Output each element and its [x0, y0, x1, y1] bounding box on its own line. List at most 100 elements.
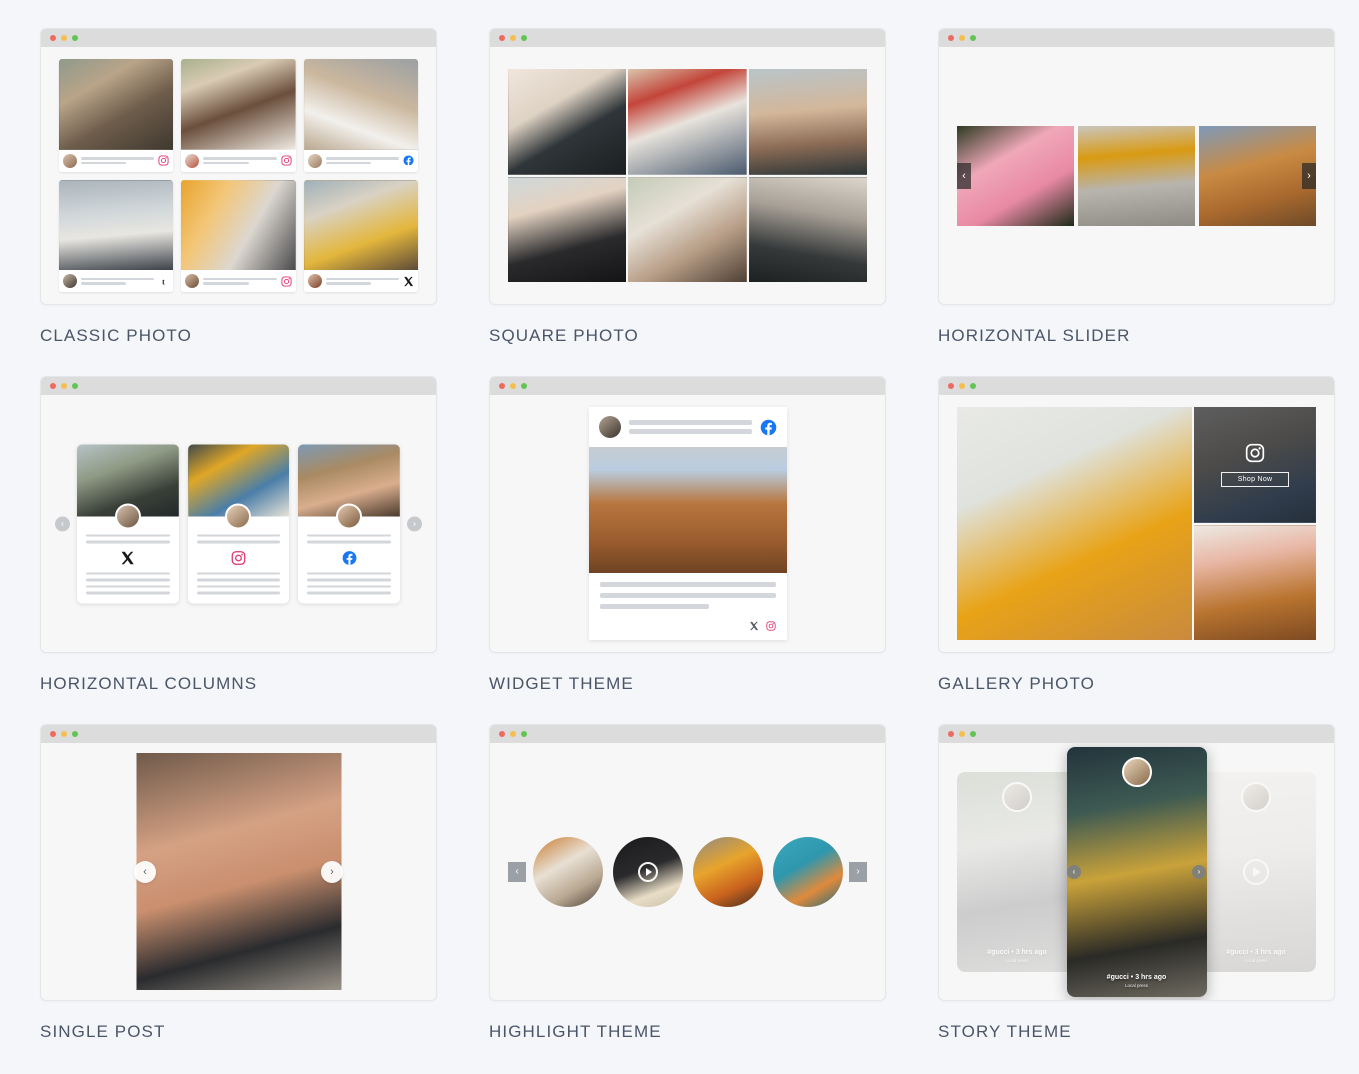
single-post-prev-button[interactable]: ‹: [134, 860, 156, 883]
browser-mockup: #gucci • 3 hrs ago Local press #gucci • …: [938, 724, 1335, 1001]
gallery-main-photo[interactable]: [957, 407, 1193, 640]
highlight-item[interactable]: [612, 836, 683, 907]
traffic-light-yellow-dot: [61, 383, 67, 389]
traffic-light-yellow-dot: [61, 35, 67, 41]
post-card[interactable]: [303, 179, 418, 292]
browser-mockup: ‹ ›: [40, 376, 437, 653]
columns-next-button[interactable]: ›: [407, 516, 422, 531]
gallery-mosaic: Shop Now: [957, 407, 1316, 640]
gallery-shop-tile[interactable]: Shop Now: [1194, 407, 1316, 523]
post-card[interactable]: [59, 59, 174, 172]
story-caption: #gucci • 3 hrs ago Local press: [1196, 949, 1316, 963]
theme-card-story-theme[interactable]: #gucci • 3 hrs ago Local press #gucci • …: [938, 724, 1335, 1072]
instagram-icon[interactable]: [231, 550, 246, 565]
slide-photo[interactable]: [1199, 125, 1316, 226]
twitter-x-icon[interactable]: [120, 550, 135, 565]
column-card[interactable]: [77, 444, 179, 603]
highlight-item[interactable]: [532, 836, 603, 907]
facebook-icon[interactable]: [760, 419, 777, 436]
theme-card-horizontal-slider[interactable]: ‹ › HORIZONTAL SLIDER: [938, 28, 1335, 376]
theme-card-horizontal-columns[interactable]: ‹ › HORIZONTAL COLUMNS: [40, 376, 437, 724]
post-meta: [59, 149, 174, 172]
photo-tile[interactable]: [628, 69, 747, 175]
photo-tile[interactable]: [628, 176, 747, 282]
shop-now-button[interactable]: Shop Now: [1220, 471, 1290, 487]
slide-photo[interactable]: [1078, 125, 1195, 226]
highlight-item[interactable]: [772, 836, 843, 907]
photo-tile[interactable]: [748, 176, 867, 282]
theme-card-single-post[interactable]: ‹ › SINGLE POST: [40, 724, 437, 1072]
gallery-overlay: Shop Now: [1194, 407, 1316, 523]
instagram-icon[interactable]: [1245, 443, 1265, 463]
story-caption: #gucci • 3 hrs ago Local press: [957, 949, 1077, 963]
instagram-icon[interactable]: [158, 155, 169, 166]
story-prev-button[interactable]: ‹: [1067, 864, 1081, 879]
photo-tile[interactable]: [508, 69, 627, 175]
theme-label: CLASSIC PHOTO: [40, 326, 192, 345]
theme-label: WIDGET THEME: [489, 674, 634, 693]
story-next-button[interactable]: ›: [1192, 864, 1206, 879]
slide-photo[interactable]: [957, 125, 1074, 226]
post-meta: t: [59, 270, 174, 292]
theme-card-classic-photo[interactable]: t CLASSIC PHOTO: [40, 28, 437, 376]
traffic-light-yellow-dot: [959, 35, 965, 41]
single-post-photo[interactable]: [136, 753, 341, 990]
tumblr-icon[interactable]: t: [158, 276, 169, 287]
highlight-next-button[interactable]: ›: [849, 861, 867, 882]
gallery-bottom-photo[interactable]: [1194, 524, 1316, 640]
widget-card[interactable]: [588, 407, 787, 640]
highlight-prev-button[interactable]: ‹: [508, 861, 526, 882]
story-caption-sub: Local press: [1124, 982, 1148, 988]
theme-card-highlight-theme[interactable]: ‹ › HIGHLIGHT THEME: [489, 724, 886, 1072]
story-card-inactive[interactable]: #gucci • 3 hrs ago Local press: [1196, 771, 1316, 972]
single-post-next-button[interactable]: ›: [321, 860, 343, 883]
browser-mockup: t: [40, 28, 437, 305]
twitter-x-icon[interactable]: [749, 621, 759, 631]
slider-prev-button[interactable]: ‹: [957, 162, 971, 189]
post-meta: [181, 270, 296, 292]
browser-viewport: t: [41, 47, 436, 304]
post-photo: [181, 59, 296, 150]
story-card-inactive[interactable]: #gucci • 3 hrs ago Local press: [957, 771, 1077, 972]
browser-viewport: [490, 47, 885, 304]
post-card[interactable]: [181, 59, 296, 172]
play-icon[interactable]: [1243, 858, 1269, 885]
avatar: [1241, 781, 1271, 812]
classic-photo-grid: t: [59, 59, 418, 292]
theme-gallery-grid: t CLASSIC PHOTO SQUARE PHOTO ‹ › HORIZON…: [0, 0, 1359, 1072]
browser-titlebar: [41, 29, 436, 47]
post-card[interactable]: [181, 179, 296, 292]
story-caption-title: #gucci • 3 hrs ago: [1106, 973, 1167, 981]
post-card[interactable]: [303, 59, 418, 172]
slider-next-button[interactable]: ›: [1302, 162, 1316, 189]
browser-titlebar: [41, 725, 436, 743]
browser-viewport: [490, 395, 885, 652]
widget-photo: [588, 447, 787, 573]
post-meta: [303, 270, 418, 292]
facebook-icon[interactable]: [342, 550, 357, 565]
avatar: [114, 503, 141, 529]
theme-card-gallery-photo[interactable]: Shop Now GALLERY PHOTO: [938, 376, 1335, 724]
traffic-light-red-dot: [50, 383, 56, 389]
theme-card-square-photo[interactable]: SQUARE PHOTO: [489, 28, 886, 376]
photo-tile[interactable]: [748, 69, 867, 175]
column-card[interactable]: [187, 444, 290, 603]
story-card-active[interactable]: #gucci • 3 hrs ago Local press: [1066, 746, 1207, 997]
post-card[interactable]: t: [59, 179, 174, 292]
photo-tile[interactable]: [508, 176, 627, 282]
column-body: [188, 516, 290, 603]
facebook-icon[interactable]: [403, 155, 414, 166]
highlight-item[interactable]: [692, 836, 763, 907]
twitter-x-icon[interactable]: [403, 276, 414, 287]
instagram-icon[interactable]: [281, 275, 292, 287]
theme-card-widget-theme[interactable]: WIDGET THEME: [489, 376, 886, 724]
column-card[interactable]: [298, 444, 400, 603]
browser-mockup: Shop Now: [938, 376, 1335, 653]
browser-titlebar: [490, 377, 885, 395]
columns-prev-button[interactable]: ‹: [55, 516, 70, 531]
play-icon[interactable]: [637, 861, 658, 882]
instagram-icon[interactable]: [765, 621, 776, 631]
instagram-icon[interactable]: [281, 155, 292, 166]
post-placeholder-lines: [81, 157, 155, 164]
post-meta: [303, 149, 418, 172]
